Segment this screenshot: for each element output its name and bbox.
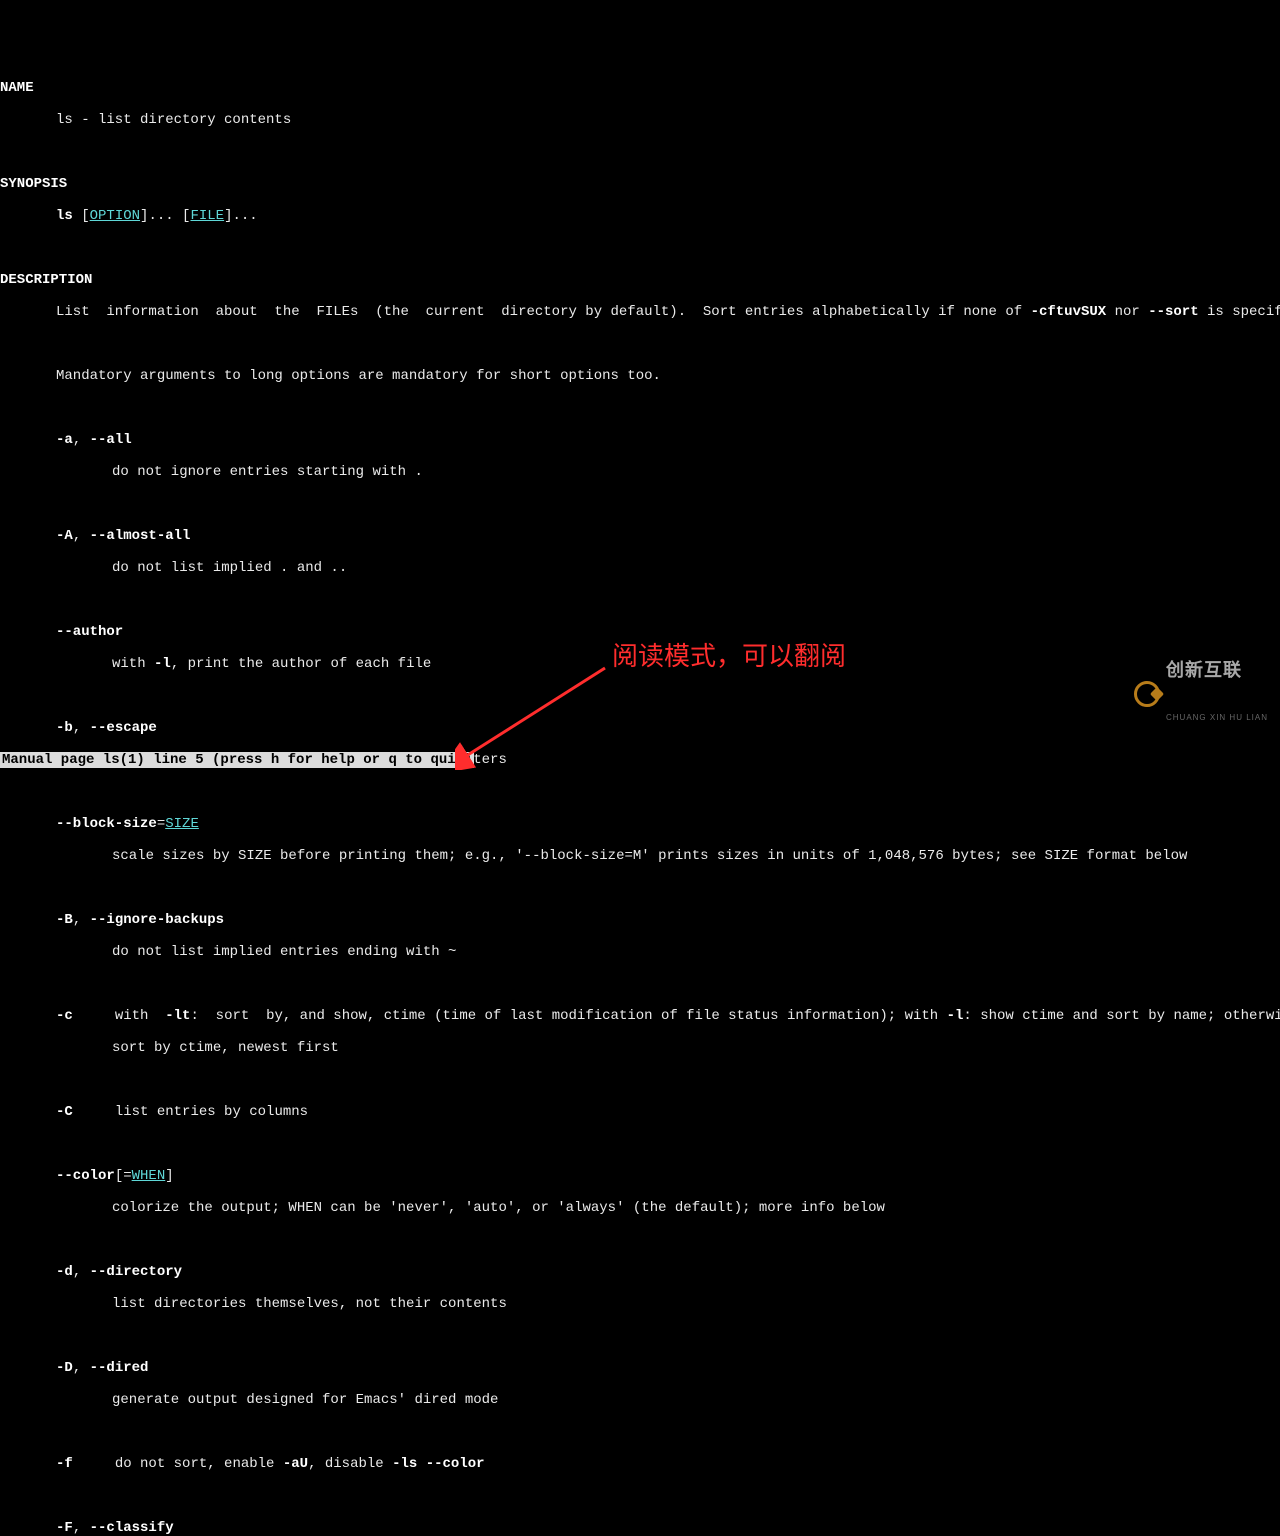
opt-c: -c <box>56 1008 73 1024</box>
opt-a: -a <box>56 432 73 448</box>
man-page-content: NAME ls - list directory contents SYNOPS… <box>0 64 1280 1536</box>
opt-block-size: --block-size <box>56 816 157 832</box>
pager-status-bar[interactable]: Manual page ls(1) line 5 (press h for he… <box>0 752 474 768</box>
watermark-logo-icon <box>1134 681 1160 707</box>
annotation-text: 阅读模式，可以翻阅 <box>612 648 846 664</box>
opt-f: -f <box>56 1456 73 1472</box>
opt-B: -B <box>56 912 73 928</box>
section-synopsis-header: SYNOPSIS <box>0 176 67 192</box>
watermark: 创新互联 CHUANG XIN HU LIAN <box>1134 630 1268 758</box>
name-line: ls - list directory contents <box>56 112 291 128</box>
opt-b: -b <box>56 720 73 736</box>
opt-d: -d <box>56 1264 73 1280</box>
opt-color: --color <box>56 1168 115 1184</box>
opt-C: -C <box>56 1104 73 1120</box>
section-name-header: NAME <box>0 80 34 96</box>
opt-F: -F <box>56 1520 73 1536</box>
opt-A: -A <box>56 528 73 544</box>
section-description-header: DESCRIPTION <box>0 272 92 288</box>
opt-D: -D <box>56 1360 73 1376</box>
opt-author: --author <box>56 624 123 640</box>
cursor-block <box>458 752 466 768</box>
